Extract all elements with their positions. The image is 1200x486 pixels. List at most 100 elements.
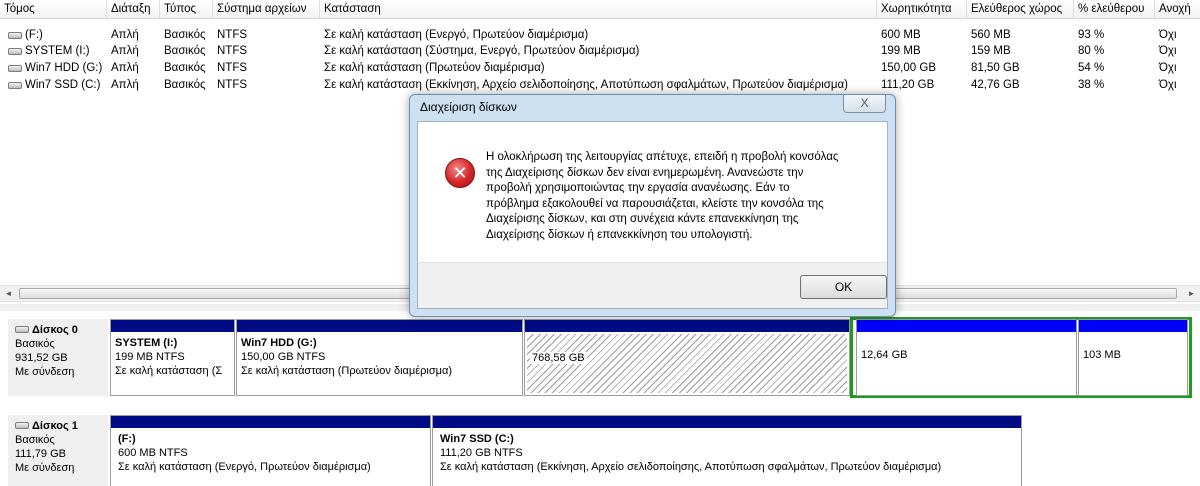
partition-info: (F:) 600 MB NTFS Σε καλή κατάσταση (Ενερ… [118, 432, 430, 474]
volume-layout: Απλή [111, 62, 139, 74]
disk-type: Βασικός [15, 338, 55, 350]
disk-name: Δίσκος 1 [15, 419, 108, 433]
partition-status: Σε καλή κατάσταση (Εκκίνηση, Αρχείο σελι… [440, 461, 942, 473]
disk-name-text: Δίσκος 0 [32, 324, 78, 336]
volume-capacity: 150,00 GB [881, 62, 936, 74]
volume-name: Win7 HDD (G:) [25, 62, 103, 74]
volume-free-space: 42,76 GB [971, 79, 1020, 91]
partition-size: 12,64 GB [861, 349, 908, 361]
message-line: Η ολοκλήρωση της λειτουργίας απέτυχε, επ… [486, 151, 839, 163]
disk-icon [15, 422, 29, 429]
disk-status: Με σύνδεση [15, 462, 75, 474]
partition-info: 103 MB [1083, 348, 1187, 362]
disk-graphical-view: Δίσκος 0 Βασικός 931,52 GB Με σύνδεση SY… [0, 311, 1200, 486]
scroll-right-arrow-icon[interactable]: ► [1183, 286, 1200, 301]
volume-type: Βασικός [164, 45, 206, 57]
volume-fault-tolerance: Όχι [1159, 45, 1177, 57]
volume-status: Σε καλή κατάσταση (Σύστημα, Ενεργό, Πρωτ… [324, 45, 640, 57]
dialog-title: Διαχείριση δίσκων [420, 100, 517, 114]
partition-info: Win7 HDD (G:) 150,00 GB NTFS Σε καλή κατ… [241, 336, 522, 378]
partition-size: 103 MB [1083, 349, 1121, 361]
volume-name-cell: (F:) [4, 27, 107, 43]
primary-partition-bar [111, 320, 234, 332]
volume-capacity: 111,20 GB [881, 79, 935, 91]
volume-type: Βασικός [164, 62, 206, 74]
partition-f[interactable]: (F:) 600 MB NTFS Σε καλή κατάσταση (Ενερ… [110, 415, 431, 486]
volume-status: Σε καλή κατάσταση (Ενεργό, Πρωτεύον διαμ… [324, 29, 589, 41]
close-icon[interactable]: X [843, 95, 886, 113]
volume-row[interactable]: Win7 HDD (G:) Απλή Βασικός NTFS Σε καλή … [0, 60, 1200, 76]
column-header-free-space[interactable]: Ελεύθερος χώρος [967, 0, 1074, 19]
volume-type: Βασικός [164, 29, 206, 41]
partition-size: 768,58 GB [530, 352, 587, 364]
volume-percent-free: 80 % [1078, 45, 1105, 57]
volume-status: Σε καλή κατάσταση (Πρωτεύον διαμέρισμα) [324, 62, 545, 74]
partition-name: Win7 SSD (C:) [440, 433, 514, 445]
volume-name-cell: Win7 HDD (G:) [4, 60, 107, 76]
volume-row[interactable]: (F:) Απλή Βασικός NTFS Σε καλή κατάσταση… [0, 27, 1200, 43]
disk-status: Με σύνδεση [15, 366, 75, 378]
column-header-status[interactable]: Κατάσταση [320, 0, 877, 19]
volume-layout: Απλή [111, 79, 139, 91]
partition-unallocated[interactable]: 768,58 GB [524, 319, 850, 396]
partition-logical-1[interactable]: 12,64 GB [856, 319, 1077, 396]
volume-row[interactable]: Win7 SSD (C:) Απλή Βασικός NTFS Σε καλή … [0, 77, 1200, 93]
volume-name: SYSTEM (I:) [25, 45, 90, 57]
volume-free-space: 560 MB [971, 29, 1011, 41]
column-header-volume[interactable]: Τόμος [0, 0, 107, 19]
volume-list-header: Τόμος Διάταξη Τύπος Σύστημα αρχείων Κατά… [0, 0, 1200, 19]
volume-layout: Απλή [111, 29, 139, 41]
partition-size: 111,20 GB NTFS [440, 447, 523, 459]
scroll-left-arrow-icon[interactable]: ◄ [0, 286, 17, 301]
disk-0: Δίσκος 0 Βασικός 931,52 GB Με σύνδεση SY… [8, 317, 1192, 398]
partition-system[interactable]: SYSTEM (I:) 199 MB NTFS Σε καλή κατάστασ… [110, 319, 235, 396]
unallocated-bar [525, 320, 849, 332]
volume-capacity: 600 MB [881, 29, 921, 41]
partition-logical-2[interactable]: 103 MB [1078, 319, 1188, 396]
message-line: Διαχείρισης δίσκων ή επανεκκίνηση του υπ… [486, 228, 753, 241]
drive-icon [8, 48, 22, 55]
partition-status: Σε καλή κατάσταση (Ενεργό, Πρωτεύον διαμ… [118, 461, 371, 473]
partition-status: Σε καλή κατάσταση (Πρωτεύον διαμέρισμα) [241, 365, 452, 377]
column-header-layout[interactable]: Διάταξη [107, 0, 160, 19]
volume-row[interactable]: SYSTEM (I:) Απλή Βασικός NTFS Σε καλή κα… [0, 43, 1200, 59]
volume-name: (F:) [25, 29, 43, 41]
partition-info: 12,64 GB [861, 348, 1076, 362]
volume-filesystem: NTFS [217, 45, 248, 57]
volume-name-cell: SYSTEM (I:) [4, 43, 107, 59]
message-line: της Διαχείρισης δίσκων δεν είναι ενημερω… [486, 166, 804, 179]
ok-button[interactable]: OK [800, 275, 887, 299]
primary-partition-bar [237, 320, 522, 332]
disk-size: 111,79 GB [15, 448, 66, 460]
logical-partition-bar [1079, 320, 1187, 332]
partition-info: SYSTEM (I:) 199 MB NTFS Σε καλή κατάστασ… [115, 336, 234, 378]
column-header-capacity[interactable]: Χωρητικότητα [877, 0, 967, 19]
volume-name-cell: Win7 SSD (C:) [4, 77, 107, 93]
volume-percent-free: 38 % [1078, 79, 1105, 91]
volume-type: Βασικός [164, 79, 206, 91]
partition-size: 199 MB NTFS [115, 351, 185, 363]
message-line: προβολή χρησιμοποιώντας την εργασία αναν… [486, 182, 790, 194]
disk-1: Δίσκος 1 Βασικός 111,79 GB Με σύνδεση (F… [8, 415, 1192, 486]
disk-icon [15, 326, 29, 333]
error-icon: ✕ [445, 158, 475, 188]
partition-win7-hdd[interactable]: Win7 HDD (G:) 150,00 GB NTFS Σε καλή κατ… [236, 319, 523, 396]
volume-fault-tolerance: Όχι [1159, 79, 1177, 91]
disk-type: Βασικός [15, 434, 55, 446]
column-header-type[interactable]: Τύπος [160, 0, 213, 19]
drive-icon [8, 82, 22, 89]
partition-info: Win7 SSD (C:) 111,20 GB NTFS Σε καλή κατ… [440, 432, 1021, 474]
volume-filesystem: NTFS [217, 29, 248, 41]
disk-1-label[interactable]: Δίσκος 1 Βασικός 111,79 GB Με σύνδεση [8, 415, 108, 486]
volume-percent-free: 93 % [1078, 29, 1105, 41]
disk-0-label[interactable]: Δίσκος 0 Βασικός 931,52 GB Με σύνδεση [8, 319, 108, 396]
disk-name: Δίσκος 0 [15, 323, 108, 337]
column-header-filesystem[interactable]: Σύστημα αρχείων [213, 0, 320, 19]
volume-filesystem: NTFS [217, 79, 248, 91]
volume-fault-tolerance: Όχι [1159, 62, 1177, 74]
column-header-percent-free[interactable]: % ελεύθερου [1074, 0, 1155, 19]
volume-layout: Απλή [111, 45, 139, 57]
disk-name-text: Δίσκος 1 [32, 420, 78, 432]
column-header-fault-tolerance[interactable]: Ανοχή [1155, 0, 1200, 19]
partition-win7-ssd[interactable]: Win7 SSD (C:) 111,20 GB NTFS Σε καλή κατ… [432, 415, 1022, 486]
